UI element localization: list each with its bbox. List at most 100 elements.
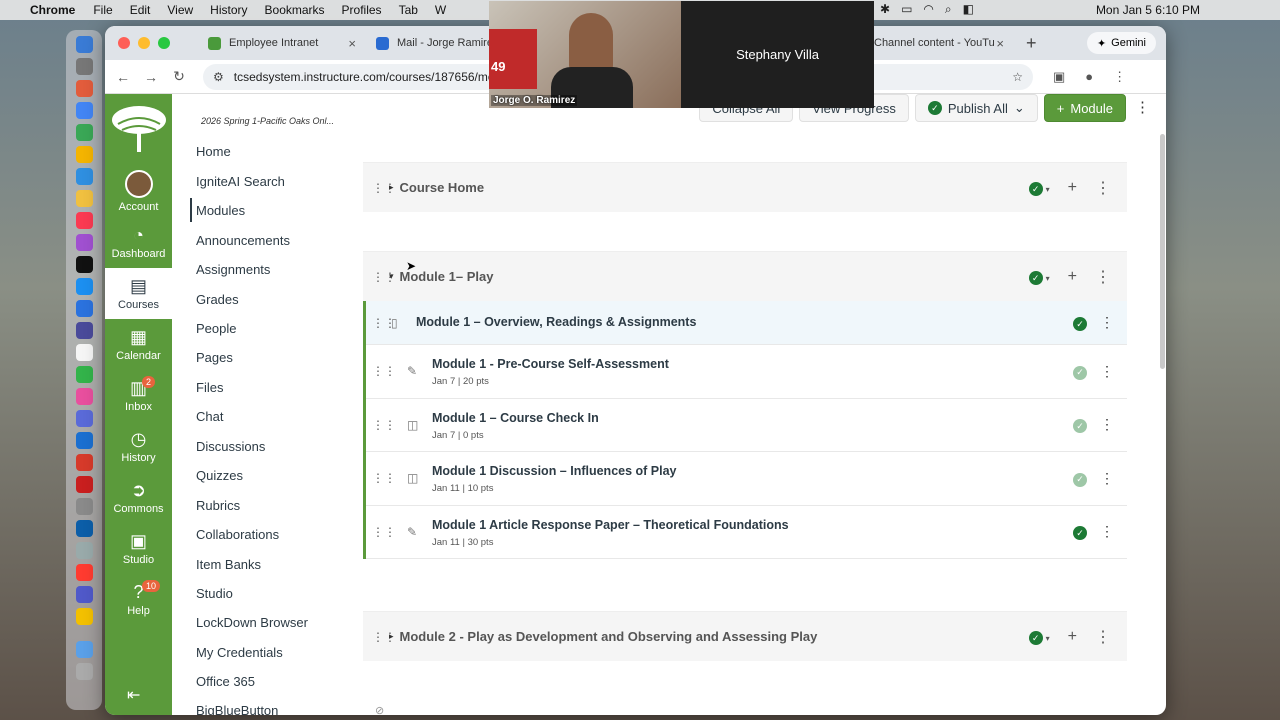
course-nav-files[interactable]: Files [196, 380, 223, 395]
notes-icon[interactable] [75, 190, 93, 207]
course-nav-office-365[interactable]: Office 365 [196, 674, 255, 689]
drag-handle-icon[interactable]: ⋮⋮ [372, 471, 396, 485]
dock-app-icon[interactable] [75, 322, 93, 339]
zoom-icon[interactable] [75, 520, 93, 537]
minimize-window-button[interactable] [138, 37, 150, 49]
menu-window[interactable]: W [435, 3, 446, 17]
course-nav-studio[interactable]: Studio [196, 586, 233, 601]
item-kebab-icon[interactable]: ⋮ [1100, 470, 1114, 487]
publish-status-menu[interactable]: ✓ ▾ [1028, 179, 1050, 197]
course-nav-announcements[interactable]: Announcements [196, 233, 290, 248]
add-item-icon[interactable]: + [1068, 179, 1077, 197]
launchpad-icon[interactable] [75, 58, 93, 75]
course-nav-lockdown-browser[interactable]: LockDown Browser [196, 615, 308, 630]
drag-handle-icon[interactable]: ⋮⋮ [372, 525, 396, 539]
caret-right-icon[interactable]: ▸ [389, 631, 394, 642]
course-nav-ignite-search[interactable]: IgniteAI Search [196, 174, 285, 189]
course-nav-assignments[interactable]: Assignments [196, 262, 270, 277]
nav-dashboard[interactable]: ◔ Dashboard [105, 217, 172, 268]
drag-handle-icon[interactable]: ⋮⋮ [372, 181, 396, 195]
teams-icon[interactable] [75, 586, 93, 603]
nav-help[interactable]: ? 10 Help [105, 574, 172, 625]
nav-courses[interactable]: ▤ Courses [105, 268, 172, 319]
drag-handle-icon[interactable]: ⋮⋮ [372, 364, 396, 378]
control-center-icon[interactable]: ◧ [963, 2, 974, 17]
browser-menu-icon[interactable]: ⋮ [1113, 69, 1126, 85]
item-title[interactable]: Module 1 - Pre-Course Self-Assessment [432, 357, 669, 371]
podcasts-icon[interactable] [75, 234, 93, 251]
page-options-kebab-icon[interactable]: ⋮ [1135, 98, 1150, 116]
item-kebab-icon[interactable]: ⋮ [1100, 416, 1114, 433]
caret-down-icon[interactable]: ▾ [389, 271, 394, 282]
acrobat-icon[interactable] [75, 476, 93, 493]
dock-app-icon[interactable] [75, 454, 93, 471]
course-nav-item-banks[interactable]: Item Banks [196, 557, 261, 572]
gemini-button[interactable]: ✦ Gemini [1086, 32, 1156, 54]
dock-app-icon[interactable] [75, 498, 93, 515]
item-title[interactable]: Module 1 – Overview, Readings & Assignme… [416, 315, 696, 329]
nav-commons[interactable]: ➲ Commons [105, 472, 172, 523]
zoom-window-button[interactable] [158, 37, 170, 49]
close-window-button[interactable] [118, 37, 130, 49]
nav-account[interactable]: Account [105, 166, 172, 217]
publish-status-menu[interactable]: ✓ ▾ [1028, 268, 1050, 286]
menu-profiles[interactable]: Profiles [342, 3, 382, 17]
tab-employee-intranet[interactable]: Employee Intranet × [198, 26, 366, 60]
course-nav-modules[interactable]: Modules [196, 203, 245, 218]
close-tab-icon[interactable]: × [996, 36, 1004, 51]
course-nav-grades[interactable]: Grades [196, 292, 239, 307]
wifi-icon[interactable]: ◠ [923, 2, 933, 17]
drag-handle-icon[interactable]: ⋮⋮ [372, 418, 396, 432]
music-icon[interactable] [75, 212, 93, 229]
institution-logo-icon[interactable] [108, 100, 170, 158]
dock-app-icon[interactable] [75, 80, 93, 97]
course-nav-chat[interactable]: Chat [196, 409, 223, 424]
forward-icon[interactable]: → [137, 69, 165, 85]
tab-youtube[interactable]: Channel content - YouTu × [864, 26, 1014, 60]
caret-right-icon[interactable]: ▸ [389, 182, 394, 193]
mail-icon[interactable] [75, 300, 93, 317]
list-item[interactable]: ⋮⋮ ▯ Module 1 – Overview, Readings & Ass… [366, 301, 1127, 345]
messages-icon[interactable] [75, 124, 93, 141]
facetime-icon[interactable] [75, 366, 93, 383]
menu-file[interactable]: File [93, 3, 112, 17]
scrollbar[interactable] [1160, 134, 1166, 374]
course-nav-people[interactable]: People [196, 321, 236, 336]
course-nav-discussions[interactable]: Discussions [196, 439, 265, 454]
course-nav-home[interactable]: Home [196, 144, 231, 159]
course-nav-my-credentials[interactable]: My Credentials [196, 645, 283, 660]
list-item[interactable]: ⋮⋮ ◫ Module 1 Discussion – Influences of… [366, 452, 1127, 506]
profile-icon[interactable]: ● [1085, 69, 1093, 84]
app-menu[interactable]: Chrome [30, 3, 75, 17]
add-module-button[interactable]: + Module [1043, 94, 1126, 122]
downloads-icon[interactable] [75, 641, 93, 658]
new-tab-button[interactable]: + [1026, 33, 1037, 54]
item-publish-status[interactable]: ✓ [1073, 416, 1087, 434]
photos-icon[interactable] [75, 146, 93, 163]
outlook-icon[interactable] [75, 432, 93, 449]
bluetooth-icon[interactable]: ✱ [880, 2, 890, 17]
add-item-icon[interactable]: + [1068, 628, 1077, 646]
breadcrumb[interactable]: 2026 Spring 1-Pacific Oaks Onl... [201, 116, 334, 126]
bookmark-star-icon[interactable]: ☆ [1012, 70, 1023, 84]
course-nav-rubrics[interactable]: Rubrics [196, 498, 240, 513]
menubar-clock[interactable]: Mon Jan 5 6:10 PM [1096, 3, 1200, 17]
preview-icon[interactable] [75, 542, 93, 559]
nav-history[interactable]: ◷ History [105, 421, 172, 472]
item-title[interactable]: Module 1 Article Response Paper – Theore… [432, 518, 789, 532]
item-kebab-icon[interactable]: ⋮ [1100, 314, 1114, 331]
item-title[interactable]: Module 1 Discussion – Influences of Play [432, 464, 677, 478]
course-nav-collaborations[interactable]: Collaborations [196, 527, 279, 542]
menu-tab[interactable]: Tab [399, 3, 418, 17]
item-publish-status[interactable]: ✓ [1073, 314, 1087, 332]
collapse-nav-icon[interactable]: ⇤ [127, 685, 140, 705]
publish-status-menu[interactable]: ✓ ▾ [1028, 628, 1050, 646]
menu-edit[interactable]: Edit [130, 3, 151, 17]
nav-studio[interactable]: ▣ Studio [105, 523, 172, 574]
tv-icon[interactable] [75, 256, 93, 273]
course-nav-pages[interactable]: Pages [196, 350, 233, 365]
module-kebab-icon[interactable]: ⋮ [1095, 178, 1111, 198]
item-title[interactable]: Module 1 – Course Check In [432, 411, 599, 425]
item-publish-status[interactable]: ✓ [1073, 523, 1087, 541]
dock-app-icon[interactable] [75, 168, 93, 185]
